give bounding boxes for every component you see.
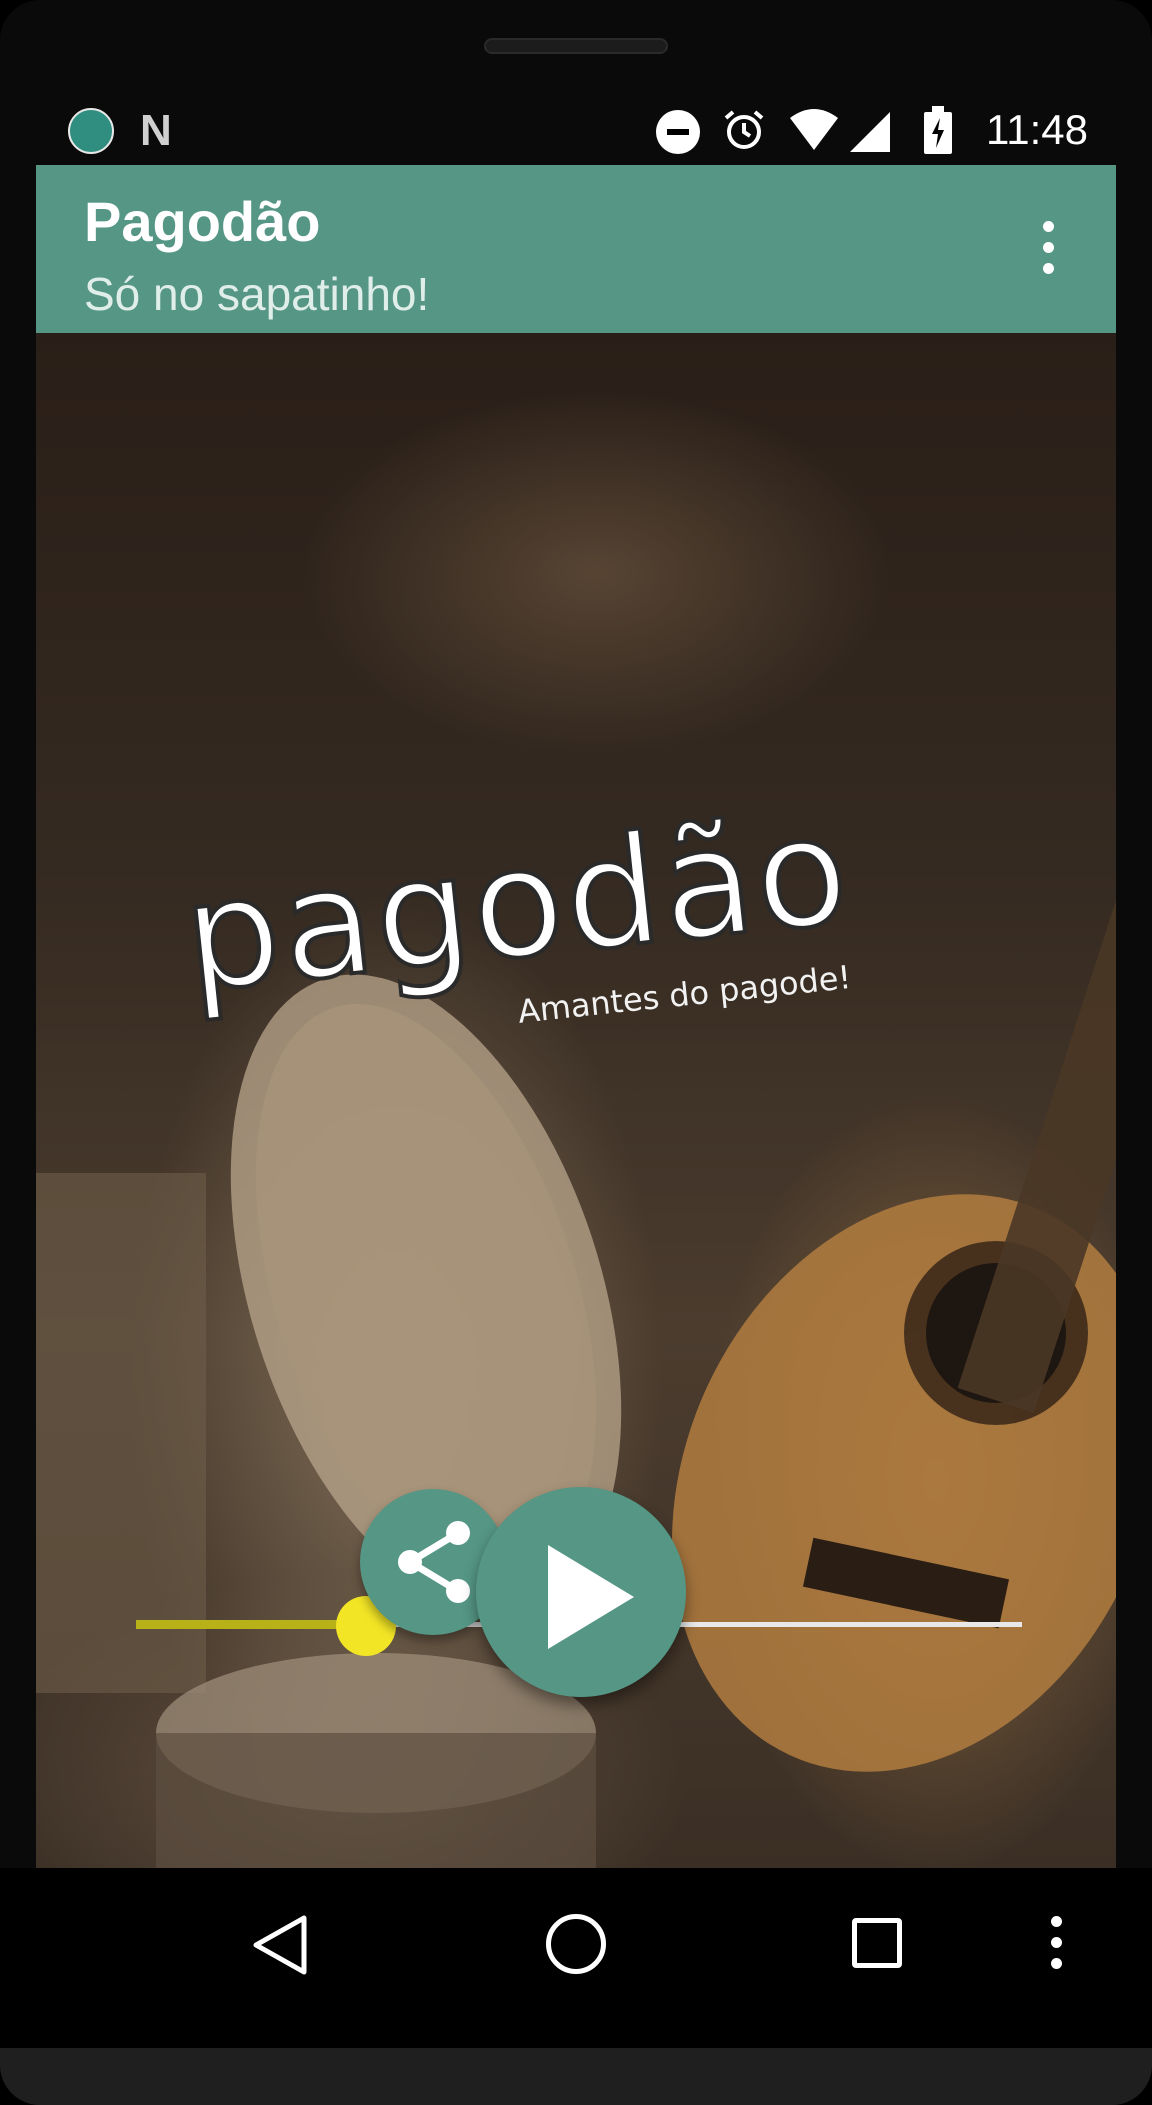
n-icon: N <box>140 106 172 155</box>
clock: 11:48 <box>986 106 1088 153</box>
page-title: Pagodão <box>84 190 321 253</box>
app-logo-icon <box>68 108 114 154</box>
signal-icon <box>850 112 890 152</box>
device-frame: N 11:48 Pagodão Só no sapatinho! pagodão… <box>0 0 1152 2105</box>
app-screen: Pagodão Só no sapatinho! pagodão Amantes… <box>36 165 1116 1868</box>
more-vert-icon[interactable] <box>1036 221 1060 281</box>
recent-apps-icon[interactable] <box>852 1918 902 1968</box>
do-not-disturb-icon <box>656 110 700 154</box>
play-button[interactable] <box>476 1487 686 1697</box>
more-vert-icon[interactable] <box>1048 1916 1064 1980</box>
play-icon <box>548 1545 634 1649</box>
page-subtitle: Só no sapatinho! <box>84 268 430 320</box>
app-bar: Pagodão Só no sapatinho! <box>36 165 1116 333</box>
bottom-bezel <box>0 2048 1152 2105</box>
status-bar: N 11:48 <box>36 100 1116 164</box>
wifi-icon <box>790 109 838 150</box>
speaker-grille <box>484 38 668 54</box>
volume-slider-fill <box>136 1620 366 1629</box>
battery-charging-icon <box>924 106 952 154</box>
home-icon[interactable] <box>546 1914 606 1974</box>
navigation-bar <box>0 1868 1152 2048</box>
alarm-icon <box>724 110 764 149</box>
back-icon[interactable] <box>250 1912 310 1978</box>
